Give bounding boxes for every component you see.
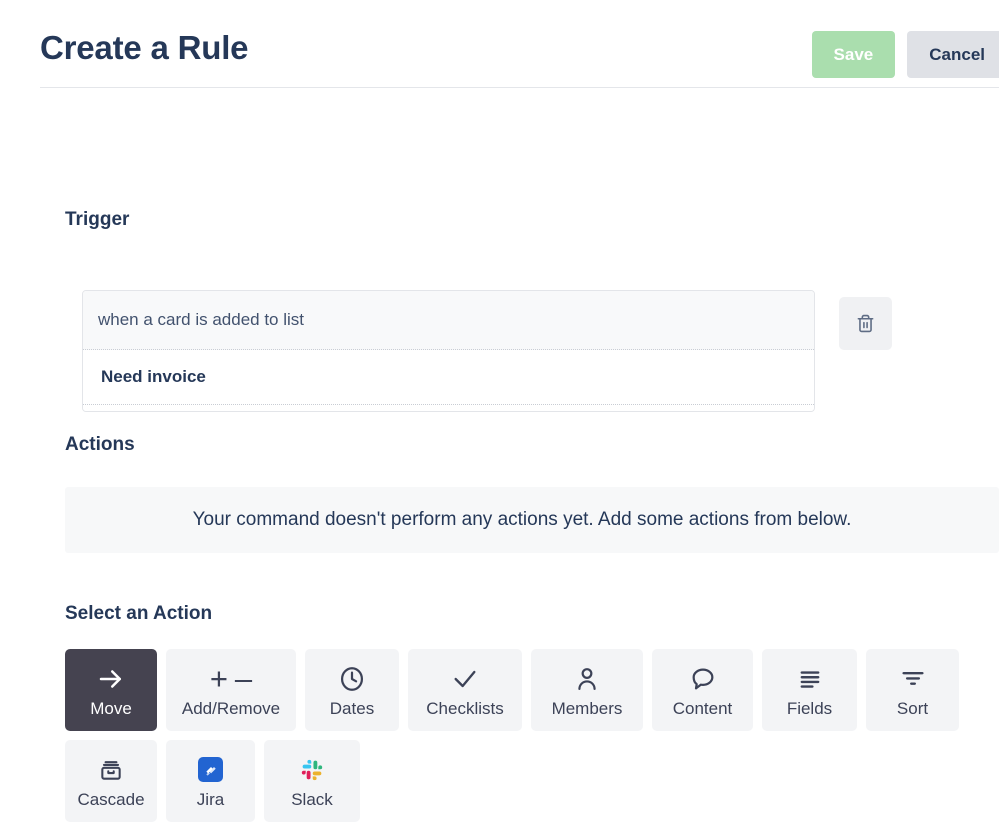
action-tile-label: Members — [551, 698, 623, 718]
action-tile-label: Move — [90, 698, 132, 718]
delete-trigger-button[interactable] — [839, 297, 892, 350]
action-tile-checklists[interactable]: Checklists — [408, 649, 522, 731]
arrow-right-icon — [96, 664, 126, 694]
action-tile-label: Fields — [786, 698, 833, 718]
action-tile-jira[interactable]: Jira — [166, 740, 255, 822]
save-button[interactable]: Save — [811, 31, 896, 78]
select-action-heading: Select an Action — [65, 603, 213, 624]
person-icon — [573, 664, 601, 694]
action-tile-label: Jira — [196, 789, 225, 809]
trigger-section: when a card is added to list Need invoic… — [82, 290, 892, 412]
speech-bubble-icon — [689, 664, 717, 694]
page-title: Create a Rule — [40, 29, 249, 66]
trigger-card-footer — [83, 405, 814, 411]
cancel-button[interactable]: Cancel — [907, 31, 999, 78]
check-icon — [451, 664, 479, 694]
trigger-heading: Trigger — [65, 209, 130, 230]
archive-icon — [98, 755, 124, 785]
action-tile-label: Sort — [896, 698, 929, 718]
action-tile-label: Add/Remove — [181, 698, 281, 718]
action-tile-content[interactable]: Content — [652, 649, 753, 731]
sort-funnel-icon — [899, 664, 927, 694]
action-tile-fields[interactable]: Fields — [762, 649, 857, 731]
action-tile-label: Cascade — [77, 789, 145, 809]
trigger-list-name[interactable]: Need invoice — [83, 350, 814, 405]
action-tile-members[interactable]: Members — [531, 649, 643, 731]
action-tile-label: Content — [672, 698, 733, 718]
trigger-condition-text[interactable]: when a card is added to list — [83, 291, 814, 350]
slack-icon — [300, 755, 325, 785]
action-tile-label: Slack — [291, 789, 333, 809]
action-tile-move[interactable]: Move — [65, 649, 157, 731]
action-tile-cascade[interactable]: Cascade — [65, 740, 157, 822]
header-action-buttons: Save Cancel — [811, 31, 999, 78]
action-tile-add-remove[interactable]: + – Add/Remove — [166, 649, 296, 731]
trigger-card[interactable]: when a card is added to list Need invoic… — [82, 290, 815, 412]
jira-icon — [198, 755, 223, 785]
minus-glyph: – — [234, 661, 253, 696]
action-tile-label: Checklists — [426, 698, 504, 718]
action-tile-slack[interactable]: Slack — [264, 740, 360, 822]
actions-empty-message: Your command doesn't perform any actions… — [65, 487, 999, 553]
page-header: Create a Rule Save Cancel — [0, 0, 999, 88]
actions-heading: Actions — [65, 434, 135, 455]
plus-minus-icon: + – — [209, 661, 253, 696]
action-tile-dates[interactable]: Dates — [305, 649, 399, 731]
trash-icon — [856, 313, 875, 334]
plus-glyph: + — [209, 661, 228, 696]
action-tile-label: Dates — [329, 698, 375, 718]
action-tile-sort[interactable]: Sort — [866, 649, 959, 731]
lines-icon — [796, 664, 824, 694]
header-divider — [40, 87, 999, 88]
action-tile-grid: Move + – Add/Remove Dates Checklists Mem… — [65, 649, 999, 822]
clock-icon — [338, 664, 366, 694]
